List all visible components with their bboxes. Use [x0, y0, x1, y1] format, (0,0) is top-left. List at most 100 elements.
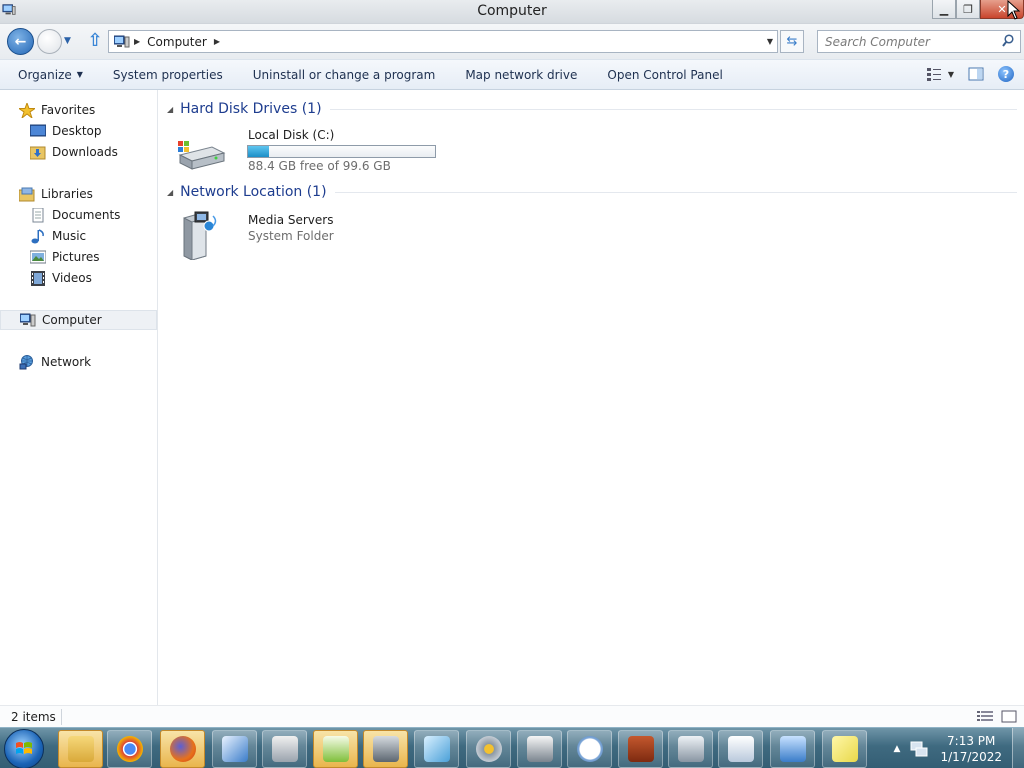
- group-header-hard-disk-drives[interactable]: ◢ Hard Disk Drives (1): [167, 101, 1017, 117]
- recent-pages-dropdown[interactable]: ▼: [64, 36, 71, 46]
- command-bar: Organize ▼ System properties Uninstall or…: [0, 59, 1024, 90]
- drive-tile-local-disk-c[interactable]: Local Disk (C:) 88.4 GB free of 99.6 GB: [176, 127, 446, 177]
- map-network-drive-button[interactable]: Map network drive: [450, 59, 592, 90]
- paper-plane-icon: [221, 736, 248, 762]
- collapse-triangle-icon[interactable]: ◢: [167, 188, 173, 197]
- nav-pictures[interactable]: Pictures: [0, 247, 157, 267]
- nav-documents[interactable]: Documents: [0, 205, 157, 225]
- change-view-button[interactable]: ▼: [926, 66, 954, 82]
- collapse-triangle-icon[interactable]: ◢: [167, 105, 173, 114]
- computer-icon: [114, 35, 130, 47]
- chevron-down-icon: ▼: [947, 69, 954, 79]
- breadcrumb-separator-icon[interactable]: ▶: [214, 37, 220, 46]
- taskbar-app-printer-fax[interactable]: [262, 730, 307, 768]
- minimize-button[interactable]: ▁: [932, 0, 956, 19]
- network-tile-media-servers[interactable]: Media Servers System Folder: [176, 210, 376, 260]
- mouse-cursor-icon: [1007, 0, 1021, 20]
- help-icon[interactable]: ?: [998, 66, 1014, 82]
- start-button[interactable]: [4, 729, 44, 768]
- nav-favorites[interactable]: Favorites: [0, 100, 157, 120]
- group-title: Hard Disk Drives (1): [180, 101, 322, 117]
- control-panel-icon: [779, 736, 806, 762]
- taskbar-app-device-manager[interactable]: [363, 730, 408, 768]
- restore-button[interactable]: ❐: [956, 0, 980, 19]
- network-status-icon[interactable]: [910, 741, 928, 757]
- nav-libraries[interactable]: Libraries: [0, 184, 157, 204]
- taskbar-app-firefox[interactable]: [160, 730, 205, 768]
- sticky-notes-icon: [831, 736, 858, 762]
- capacity-bar-fill: [248, 146, 269, 157]
- window-title: Computer: [477, 3, 547, 19]
- back-button[interactable]: ←: [7, 28, 34, 55]
- printer-icon: [526, 736, 553, 762]
- organize-button[interactable]: Organize ▼: [0, 59, 98, 90]
- nav-computer[interactable]: Computer: [0, 310, 157, 330]
- search-icon[interactable]: [1002, 34, 1014, 48]
- taskbar: ▲ 7:13 PM 1/17/2022: [0, 727, 1024, 768]
- forward-button[interactable]: [37, 29, 62, 54]
- nav-videos-label: Videos: [52, 271, 92, 285]
- media-server-icon: [183, 211, 217, 260]
- taskbar-app-control-panel[interactable]: [770, 730, 815, 768]
- large-icons-view-icon[interactable]: [1001, 710, 1017, 723]
- taskbar-app-sticky-notes[interactable]: [822, 730, 867, 768]
- item-count: 2 items: [11, 710, 56, 724]
- search-input[interactable]: [818, 31, 988, 52]
- taskbar-app-notepad-chart[interactable]: [313, 730, 358, 768]
- details-view-icon[interactable]: [977, 710, 993, 723]
- capacity-bar: [247, 145, 436, 158]
- preview-pane-icon[interactable]: [968, 66, 984, 82]
- system-tray: ▲ 7:13 PM 1/17/2022: [894, 728, 1024, 768]
- nav-computer-label: Computer: [42, 313, 102, 327]
- taskbar-app-phone[interactable]: [668, 730, 713, 768]
- clock-time: 7:13 PM: [947, 733, 996, 748]
- computer-icon: [20, 313, 36, 326]
- view-options-icon: [926, 68, 941, 81]
- taskbar-app-pen-tablet[interactable]: [414, 730, 459, 768]
- nav-videos[interactable]: Videos: [0, 268, 157, 288]
- search-box[interactable]: [817, 30, 1021, 53]
- show-hidden-icons-icon[interactable]: ▲: [894, 744, 901, 754]
- explorer-icon: [67, 736, 94, 762]
- nav-network[interactable]: Network: [0, 352, 157, 372]
- taskbar-app-sound[interactable]: [466, 730, 511, 768]
- chrome-icon: [116, 736, 143, 762]
- taskbar-app-explorer[interactable]: [58, 730, 103, 768]
- taskbar-app-document-a[interactable]: [718, 730, 763, 768]
- show-desktop-button[interactable]: [1012, 728, 1024, 768]
- nav-music[interactable]: Music: [0, 226, 157, 246]
- group-header-network-location[interactable]: ◢ Network Location (1): [167, 184, 1017, 200]
- nav-desktop[interactable]: Desktop: [0, 121, 157, 141]
- refresh-button[interactable]: ⇆: [780, 30, 804, 53]
- address-dropdown-icon[interactable]: ▼: [767, 37, 773, 46]
- nav-downloads[interactable]: Downloads: [0, 142, 157, 162]
- uninstall-program-button[interactable]: Uninstall or change a program: [238, 59, 451, 90]
- nav-favorites-label: Favorites: [41, 103, 96, 117]
- nav-pictures-label: Pictures: [52, 250, 100, 264]
- view-controls: ▼ ?: [926, 66, 1014, 82]
- device-manager-icon: [372, 736, 399, 762]
- nav-network-label: Network: [41, 355, 92, 369]
- group-divider: [334, 191, 1017, 193]
- star-icon: [19, 102, 35, 118]
- clock-date: 1/17/2022: [940, 749, 1002, 764]
- taskbar-app-paper-plane[interactable]: [212, 730, 257, 768]
- taskbar-app-chrome[interactable]: [107, 730, 152, 768]
- system-properties-button[interactable]: System properties: [98, 59, 238, 90]
- music-note-icon: [31, 228, 44, 243]
- open-control-panel-button[interactable]: Open Control Panel: [592, 59, 737, 90]
- taskbar-app-printer[interactable]: [517, 730, 562, 768]
- pictures-icon: [30, 250, 46, 263]
- breadcrumb-separator-icon[interactable]: ▶: [134, 37, 140, 46]
- taskbar-app-clock[interactable]: [567, 730, 612, 768]
- network-location-type: System Folder: [248, 229, 334, 243]
- breadcrumb-computer[interactable]: Computer: [147, 35, 207, 49]
- up-one-level-button[interactable]: ⇧: [86, 31, 104, 51]
- chevron-down-icon: ▼: [76, 70, 83, 79]
- taskbar-app-firewall[interactable]: [618, 730, 663, 768]
- navigation-pane: Favorites Desktop Downloads Libraries Do…: [0, 90, 158, 705]
- address-bar[interactable]: ▶ Computer ▶ ▼: [108, 30, 778, 53]
- printer-fax-icon: [271, 736, 298, 762]
- clock-icon: [576, 736, 603, 762]
- clock[interactable]: 7:13 PM 1/17/2022: [940, 733, 1002, 765]
